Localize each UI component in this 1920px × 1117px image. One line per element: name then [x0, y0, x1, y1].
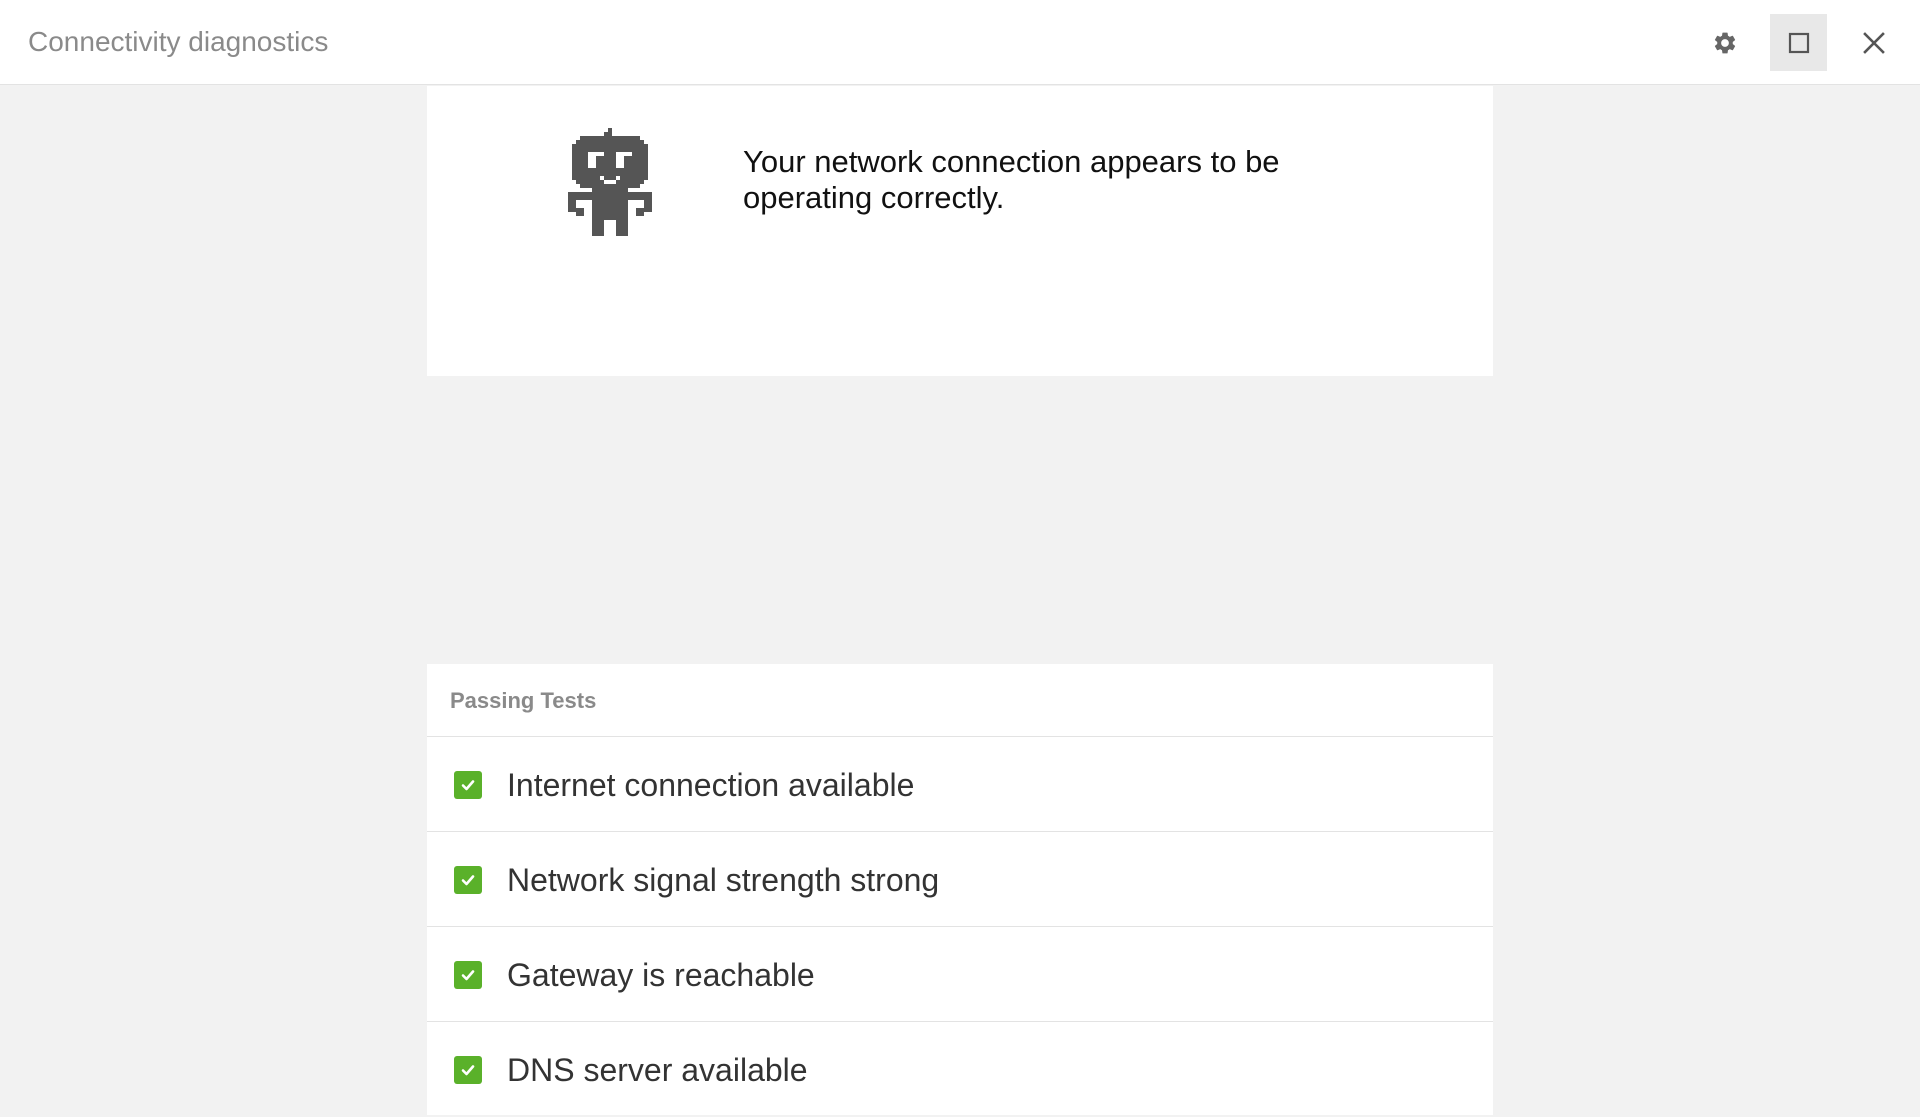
test-label: Network signal strength strong — [507, 862, 940, 898]
maximize-icon — [1788, 32, 1809, 53]
passing-tests-title: Passing Tests — [450, 688, 597, 713]
check-icon — [454, 1056, 482, 1084]
test-row: DNS server available — [427, 1022, 1493, 1117]
robot-icon — [568, 128, 652, 236]
app-title: Connectivity diagnostics — [28, 26, 329, 57]
test-label: DNS server available — [507, 1052, 808, 1088]
status-message: Your network connection appears to be op… — [743, 144, 1280, 215]
passing-tests-header: Passing Tests — [427, 664, 1493, 737]
check-icon — [454, 866, 482, 894]
test-label: Internet connection available — [507, 767, 915, 803]
test-label: Gateway is reachable — [507, 957, 815, 993]
gear-icon — [1714, 32, 1735, 53]
status-card: Your network connection appears to be op… — [427, 86, 1493, 376]
close-icon — [1862, 31, 1885, 54]
passing-tests-panel: Passing Tests Internet connection availa… — [427, 664, 1493, 1115]
test-row: Network signal strength strong — [427, 832, 1493, 927]
close-button[interactable] — [1845, 14, 1902, 71]
maximize-button[interactable] — [1770, 14, 1827, 71]
test-row: Gateway is reachable — [427, 927, 1493, 1022]
check-icon — [454, 961, 482, 989]
settings-button[interactable] — [1696, 14, 1753, 71]
title-bar: Connectivity diagnostics — [0, 0, 1920, 85]
check-icon — [454, 771, 482, 799]
test-row: Internet connection available — [427, 737, 1493, 832]
